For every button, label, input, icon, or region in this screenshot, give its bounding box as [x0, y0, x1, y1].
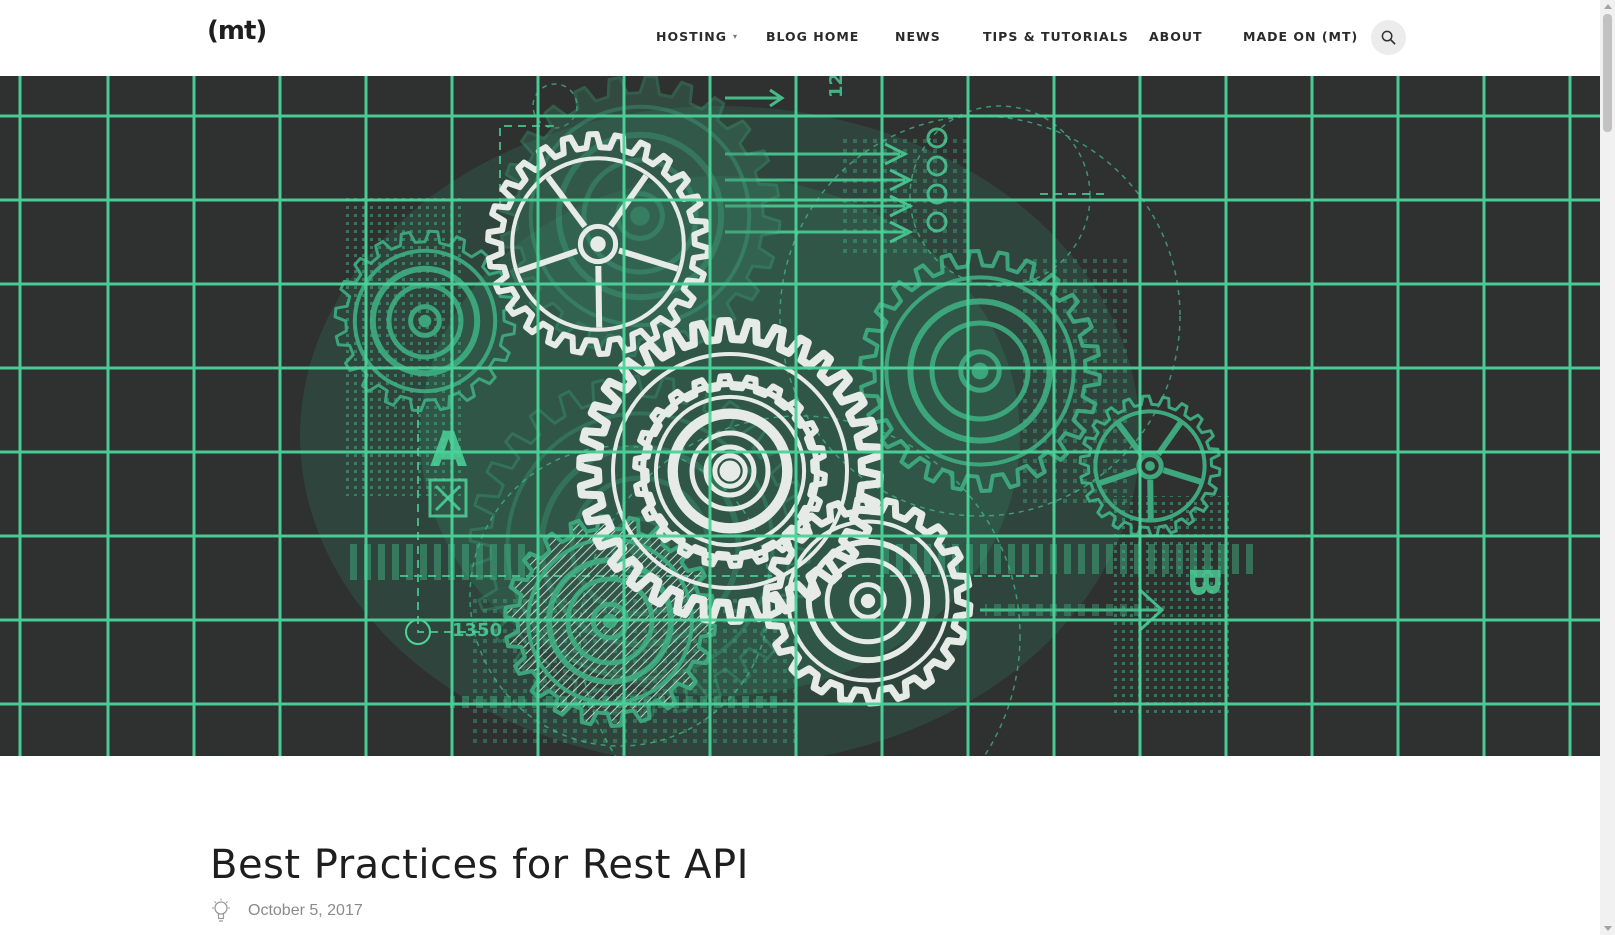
page-scrollbar[interactable] [1600, 0, 1615, 935]
nav-item-made-on-mt[interactable]: MADE ON (MT) [1243, 29, 1358, 44]
post-date: October 5, 2017 [248, 902, 363, 919]
hero-label-125: 125 [826, 76, 847, 98]
scroll-down-icon[interactable] [1604, 926, 1612, 931]
hero-label-a: A [430, 422, 467, 478]
post-title: Best Practices for Rest API [210, 842, 749, 888]
main-nav: HOSTING ▾ BLOG HOME NEWS TIPS & TUTORIALS… [0, 0, 1600, 76]
scroll-up-icon[interactable] [1604, 4, 1612, 9]
nav-item-label: HOSTING [656, 29, 727, 44]
lightbulb-icon [212, 898, 230, 922]
hero-image: A B 125 1350 [0, 76, 1600, 756]
site-header: (mt) HOSTING ▾ BLOG HOME NEWS TIPS & TUTO… [0, 0, 1600, 76]
search-icon [1381, 30, 1396, 45]
nav-item-news[interactable]: NEWS [895, 29, 941, 44]
nav-item-hosting[interactable]: HOSTING ▾ [656, 29, 738, 44]
hero-label-b: B [1180, 566, 1229, 598]
scrollbar-thumb[interactable] [1603, 14, 1612, 132]
gears-illustration: A B 125 1350 [0, 76, 1600, 756]
search-button[interactable] [1371, 20, 1406, 55]
post-meta: October 5, 2017 [210, 898, 363, 924]
nav-item-tips-tutorials[interactable]: TIPS & TUTORIALS [983, 29, 1129, 44]
nav-item-blog-home[interactable]: BLOG HOME [766, 29, 859, 44]
chevron-down-icon: ▾ [733, 32, 739, 41]
nav-item-about[interactable]: ABOUT [1149, 29, 1203, 44]
